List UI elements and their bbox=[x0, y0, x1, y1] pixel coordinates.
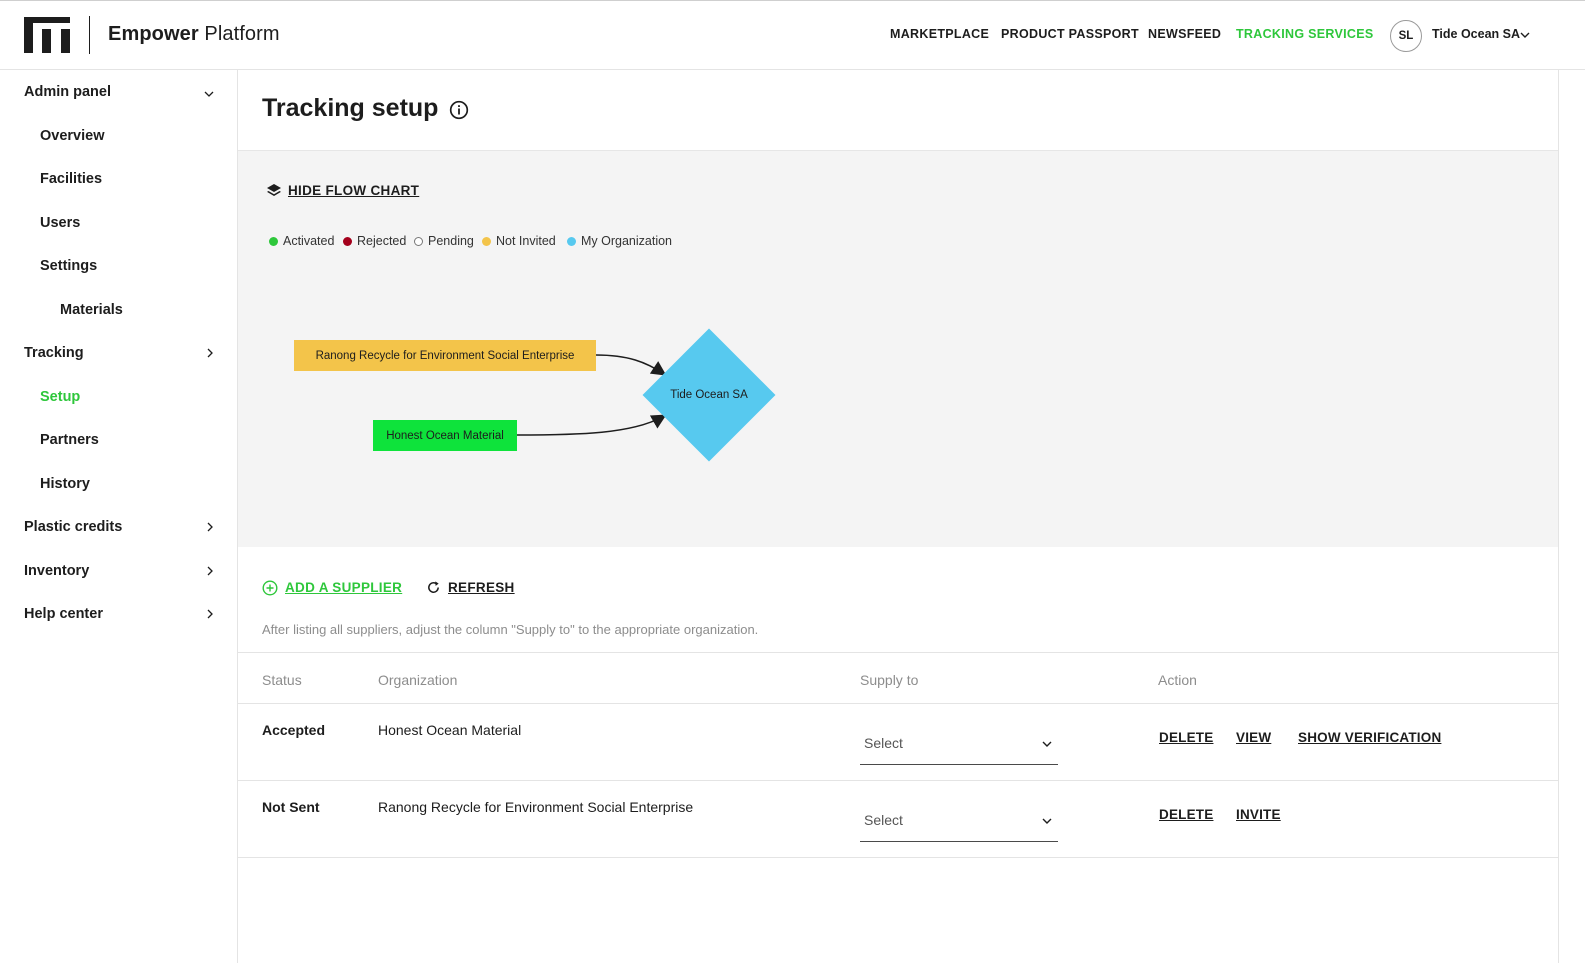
chevron-down-icon[interactable] bbox=[1520, 31, 1530, 39]
flow-edges bbox=[516, 354, 667, 436]
brand-name[interactable]: Empower Platform bbox=[108, 23, 280, 46]
org-switcher-label[interactable]: Tide Ocean SA bbox=[1432, 27, 1520, 41]
status-badge: Accepted bbox=[262, 722, 326, 738]
supply-to-value: Select bbox=[864, 812, 903, 828]
invite-button[interactable]: INVITE bbox=[1236, 807, 1281, 822]
table-row: Accepted Honest Ocean Material Select DE… bbox=[238, 704, 1558, 781]
sidebar-item-tracking[interactable]: Tracking bbox=[24, 345, 84, 361]
add-circle-icon[interactable] bbox=[262, 580, 278, 596]
sidebar-item-admin-panel[interactable]: Admin panel bbox=[24, 84, 111, 100]
avatar[interactable]: SL bbox=[1390, 20, 1422, 52]
column-header-supply-to[interactable]: Supply to bbox=[860, 672, 918, 688]
organization-name: Ranong Recycle for Environment Social En… bbox=[378, 799, 694, 815]
supply-to-select[interactable]: Select bbox=[860, 728, 1058, 765]
nav-newsfeed[interactable]: NEWSFEED bbox=[1148, 27, 1221, 41]
suppliers-table: Status Organization Supply to Action Acc… bbox=[238, 652, 1558, 858]
supply-to-value: Select bbox=[864, 735, 903, 751]
sidebar-item-help-center[interactable]: Help center bbox=[24, 606, 103, 622]
supply-hint-text: After listing all suppliers, adjust the … bbox=[262, 622, 759, 637]
sidebar-item-partners[interactable]: Partners bbox=[40, 432, 99, 448]
table-header-row: Status Organization Supply to Action bbox=[238, 652, 1558, 704]
sidebar-item-overview[interactable]: Overview bbox=[40, 128, 105, 144]
chevron-right-icon[interactable] bbox=[206, 522, 214, 532]
delete-button[interactable]: DELETE bbox=[1159, 807, 1213, 822]
add-supplier-button[interactable]: ADD A SUPPLIER bbox=[285, 580, 402, 595]
flow-edge bbox=[516, 414, 667, 436]
chevron-down-icon bbox=[1042, 818, 1052, 824]
sidebar-item-history[interactable]: History bbox=[40, 476, 90, 492]
flow-node-honest-ocean-material[interactable]: Honest Ocean Material bbox=[373, 420, 517, 451]
sidebar-item-settings[interactable]: Settings bbox=[40, 258, 97, 274]
top-header: Empower Platform MARKETPLACE PRODUCT PAS… bbox=[0, 0, 1585, 70]
content-right-border bbox=[1558, 70, 1559, 963]
chevron-down-icon bbox=[1042, 741, 1052, 747]
refresh-icon[interactable] bbox=[426, 580, 441, 595]
status-badge: Not Sent bbox=[262, 799, 320, 815]
chevron-right-icon[interactable] bbox=[206, 348, 214, 358]
page-title: Tracking setup bbox=[262, 94, 439, 122]
platform-logo-icon[interactable] bbox=[24, 17, 70, 53]
info-icon[interactable] bbox=[449, 100, 469, 120]
nav-product-passport[interactable]: PRODUCT PASSPORT bbox=[1001, 27, 1139, 41]
sidebar-item-setup[interactable]: Setup bbox=[40, 389, 80, 405]
nav-marketplace[interactable]: MARKETPLACE bbox=[890, 27, 989, 41]
logo-divider bbox=[89, 16, 90, 54]
flow-node-my-organization-label: Tide Ocean SA bbox=[670, 389, 748, 401]
nav-tracking-services[interactable]: TRACKING SERVICES bbox=[1236, 27, 1374, 41]
sidebar-item-materials[interactable]: Materials bbox=[60, 302, 123, 318]
delete-button[interactable]: DELETE bbox=[1159, 730, 1213, 745]
sidebar-item-users[interactable]: Users bbox=[40, 215, 80, 231]
sidebar-item-plastic-credits[interactable]: Plastic credits bbox=[24, 519, 122, 535]
flow-node-ranong-recycle[interactable]: Ranong Recycle for Environment Social En… bbox=[294, 340, 596, 371]
refresh-button[interactable]: REFRESH bbox=[448, 580, 515, 595]
column-header-status[interactable]: Status bbox=[262, 672, 302, 688]
view-button[interactable]: VIEW bbox=[1236, 730, 1271, 745]
chevron-right-icon[interactable] bbox=[206, 609, 214, 619]
show-verification-button[interactable]: SHOW VERIFICATION bbox=[1298, 730, 1441, 745]
organization-name: Honest Ocean Material bbox=[378, 722, 522, 738]
chevron-down-icon[interactable] bbox=[204, 90, 214, 98]
column-header-action: Action bbox=[1158, 672, 1197, 688]
flow-edge bbox=[595, 354, 667, 376]
supply-to-select[interactable]: Select bbox=[860, 805, 1058, 842]
sidebar bbox=[0, 70, 238, 963]
chevron-right-icon[interactable] bbox=[206, 566, 214, 576]
sidebar-item-inventory[interactable]: Inventory bbox=[24, 563, 89, 579]
column-header-organization[interactable]: Organization bbox=[378, 672, 457, 688]
table-row: Not Sent Ranong Recycle for Environment … bbox=[238, 781, 1558, 858]
sidebar-item-facilities[interactable]: Facilities bbox=[40, 171, 102, 187]
